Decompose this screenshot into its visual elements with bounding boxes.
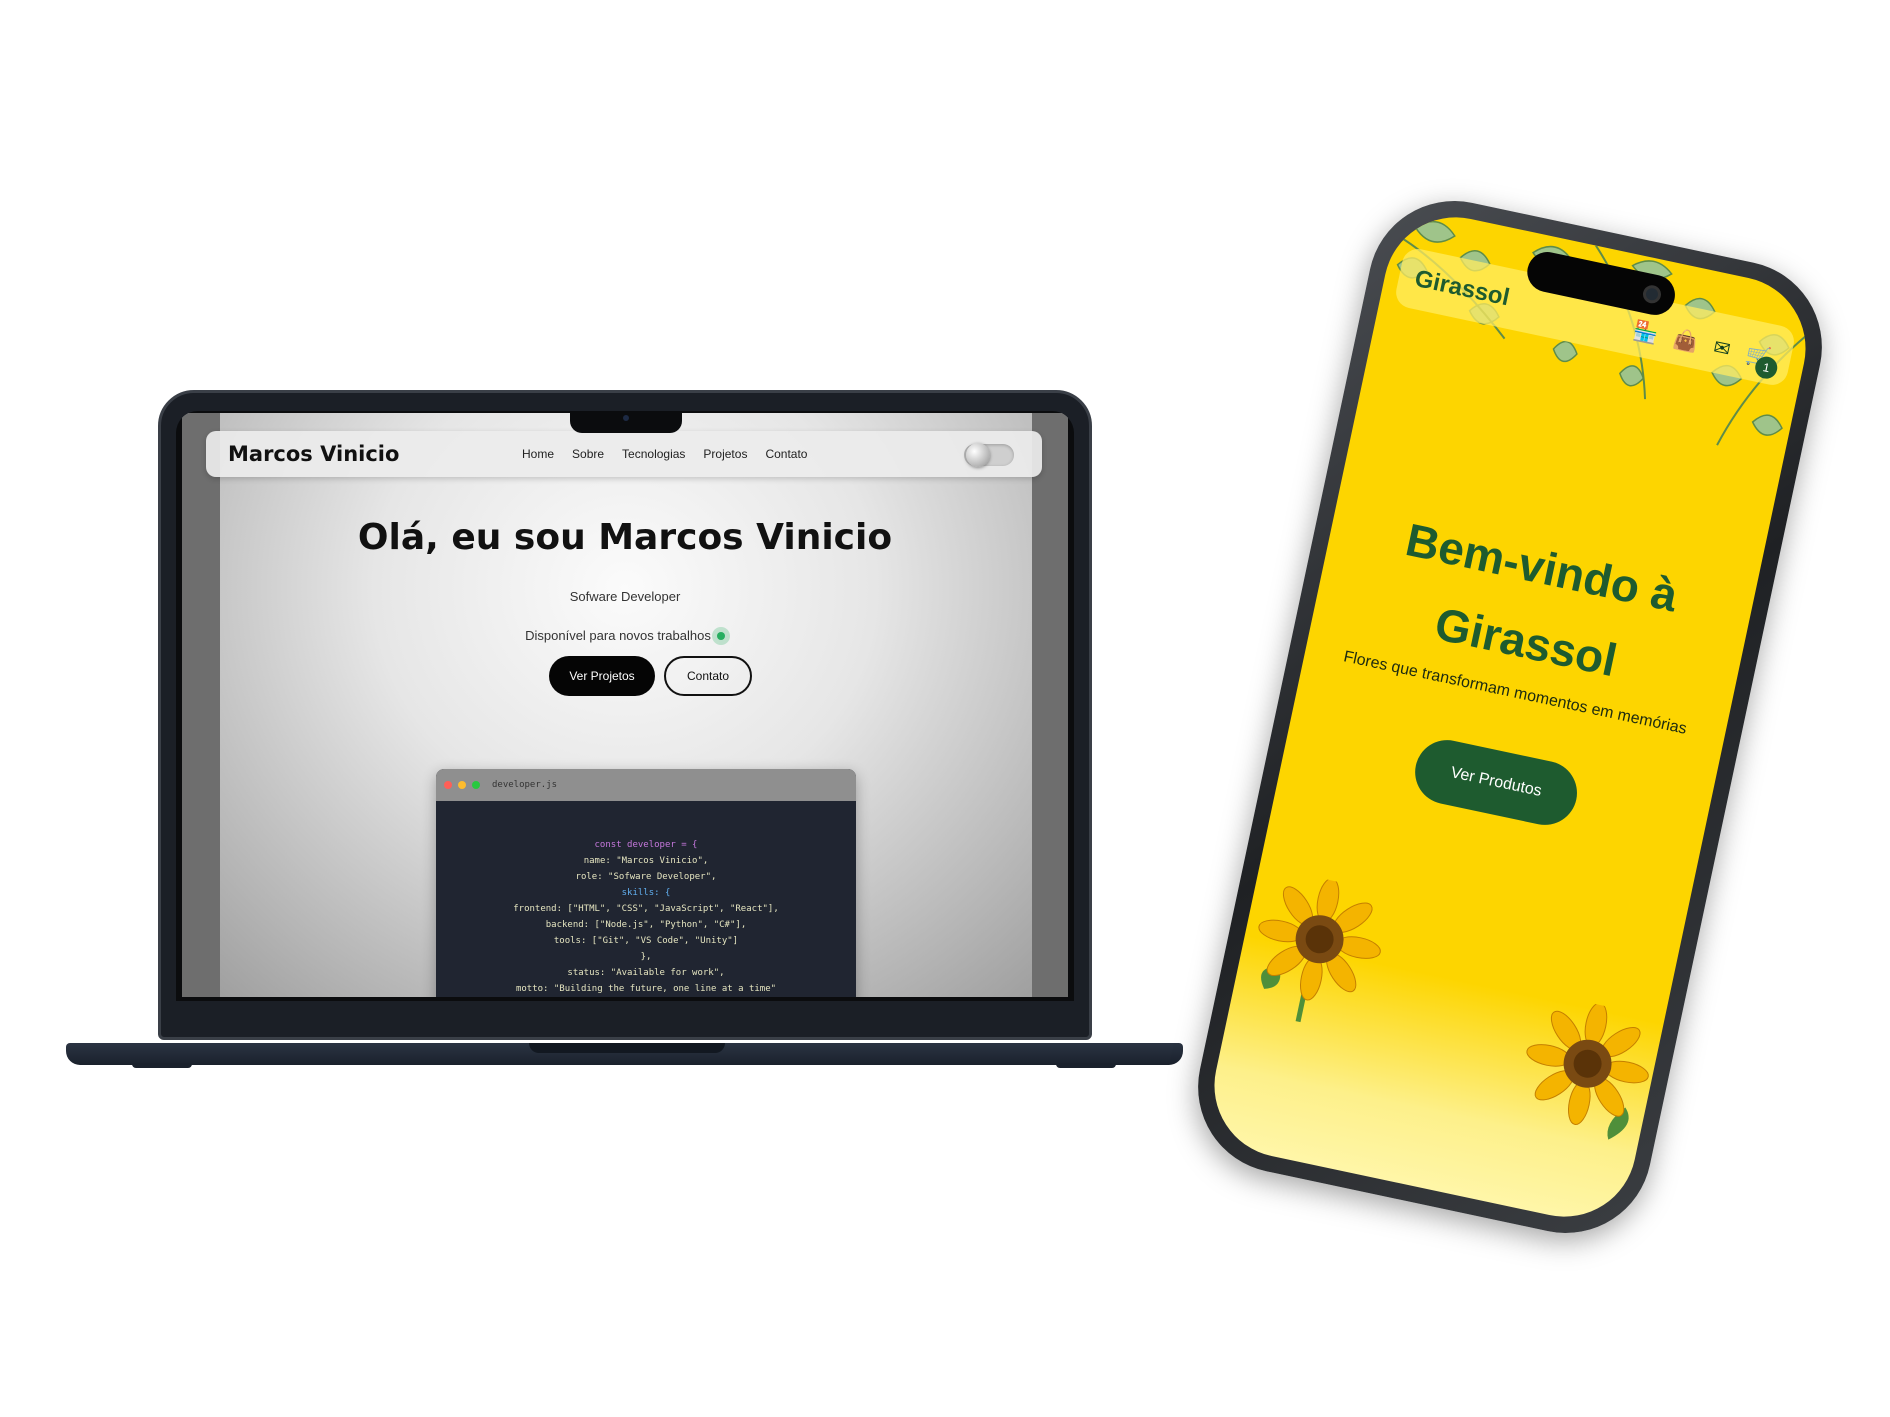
availability-text: Disponível para novos trabalhos [525,628,711,643]
code-filename: developer.js [492,780,558,790]
toggle-knob [966,443,990,467]
cart-count-badge: 1 [1753,354,1780,381]
sunflower-icon [1526,1002,1649,1140]
code-window: developer.js const developer = { name: "… [436,769,856,997]
laptop-lid: Marcos Vinicio Home Sobre Tecnologias Pr… [158,390,1092,1040]
hero-subtitle: Sofware Developer [569,589,681,604]
contato-button[interactable]: Contato [664,656,752,696]
laptop-notch [570,411,682,433]
code-line: tools: ["Git", "VS Code", "Unity"] [553,936,739,946]
code-line: role: "Sofware Developer", [575,872,717,882]
nav-link-home[interactable]: Home [522,447,554,461]
nav-link-contato[interactable]: Contato [765,447,807,461]
code-window-titlebar: developer.js [436,769,856,801]
minimize-dot-icon [458,781,466,789]
code-line: }, [640,952,652,962]
theme-toggle[interactable] [964,443,1014,467]
shop-brand[interactable]: Girassol [1412,265,1512,312]
code-line: skills: { [621,888,671,898]
phone-screen: Girassol 🏪 👜 ✉ 🛒 1 Bem-vindo à Girassol F… [1201,203,1819,1231]
laptop-bezel: Marcos Vinicio Home Sobre Tecnologias Pr… [176,411,1074,1001]
code-line: motto: "Building the future, one line at… [515,984,777,994]
camera-icon [623,415,629,421]
mail-icon[interactable]: ✉ [1707,335,1733,384]
close-dot-icon [444,781,452,789]
code-line: name: "Marcos Vinicio", [583,856,709,866]
camera-icon [1641,283,1663,305]
ver-projetos-button[interactable]: Ver Projetos [549,656,655,696]
portfolio-navbar: Marcos Vinicio Home Sobre Tecnologias Pr… [206,431,1042,477]
bag-icon[interactable]: 👜 [1667,326,1701,377]
code-line: backend: ["Node.js", "Python", "C#"], [545,920,747,930]
store-icon[interactable]: 🏪 [1627,318,1661,369]
nav-link-projetos[interactable]: Projetos [703,447,747,461]
portfolio-nav-links: Home Sobre Tecnologias Projetos Contato [522,447,807,461]
nav-link-sobre[interactable]: Sobre [572,447,604,461]
code-body: const developer = { name: "Marcos Vinici… [436,801,856,997]
nav-link-tecnologias[interactable]: Tecnologias [622,447,685,461]
laptop-base [66,1043,1183,1065]
phone-mockup: Girassol 🏪 👜 ✉ 🛒 1 Bem-vindo à Girassol F… [1182,184,1838,1250]
portfolio-brand[interactable]: Marcos Vinicio [228,442,399,466]
availability-status: Disponível para novos trabalhos [182,628,1068,643]
code-line: const developer = { [594,840,698,850]
laptop-screen: Marcos Vinicio Home Sobre Tecnologias Pr… [182,413,1068,997]
sunflower-icon [1258,878,1381,1023]
phone-frame: Girassol 🏪 👜 ✉ 🛒 1 Bem-vindo à Girassol F… [1182,184,1838,1250]
status-dot-icon [716,632,725,640]
code-line: status: "Available for work", [567,968,725,978]
laptop-mockup: Marcos Vinicio Home Sobre Tecnologias Pr… [66,390,1183,1070]
hero-title: Olá, eu sou Marcos Vinicio [357,517,893,558]
ver-produtos-button[interactable]: Ver Produtos [1409,734,1583,831]
maximize-dot-icon [472,781,480,789]
code-line: frontend: ["HTML", "CSS", "JavaScript", … [513,904,779,914]
